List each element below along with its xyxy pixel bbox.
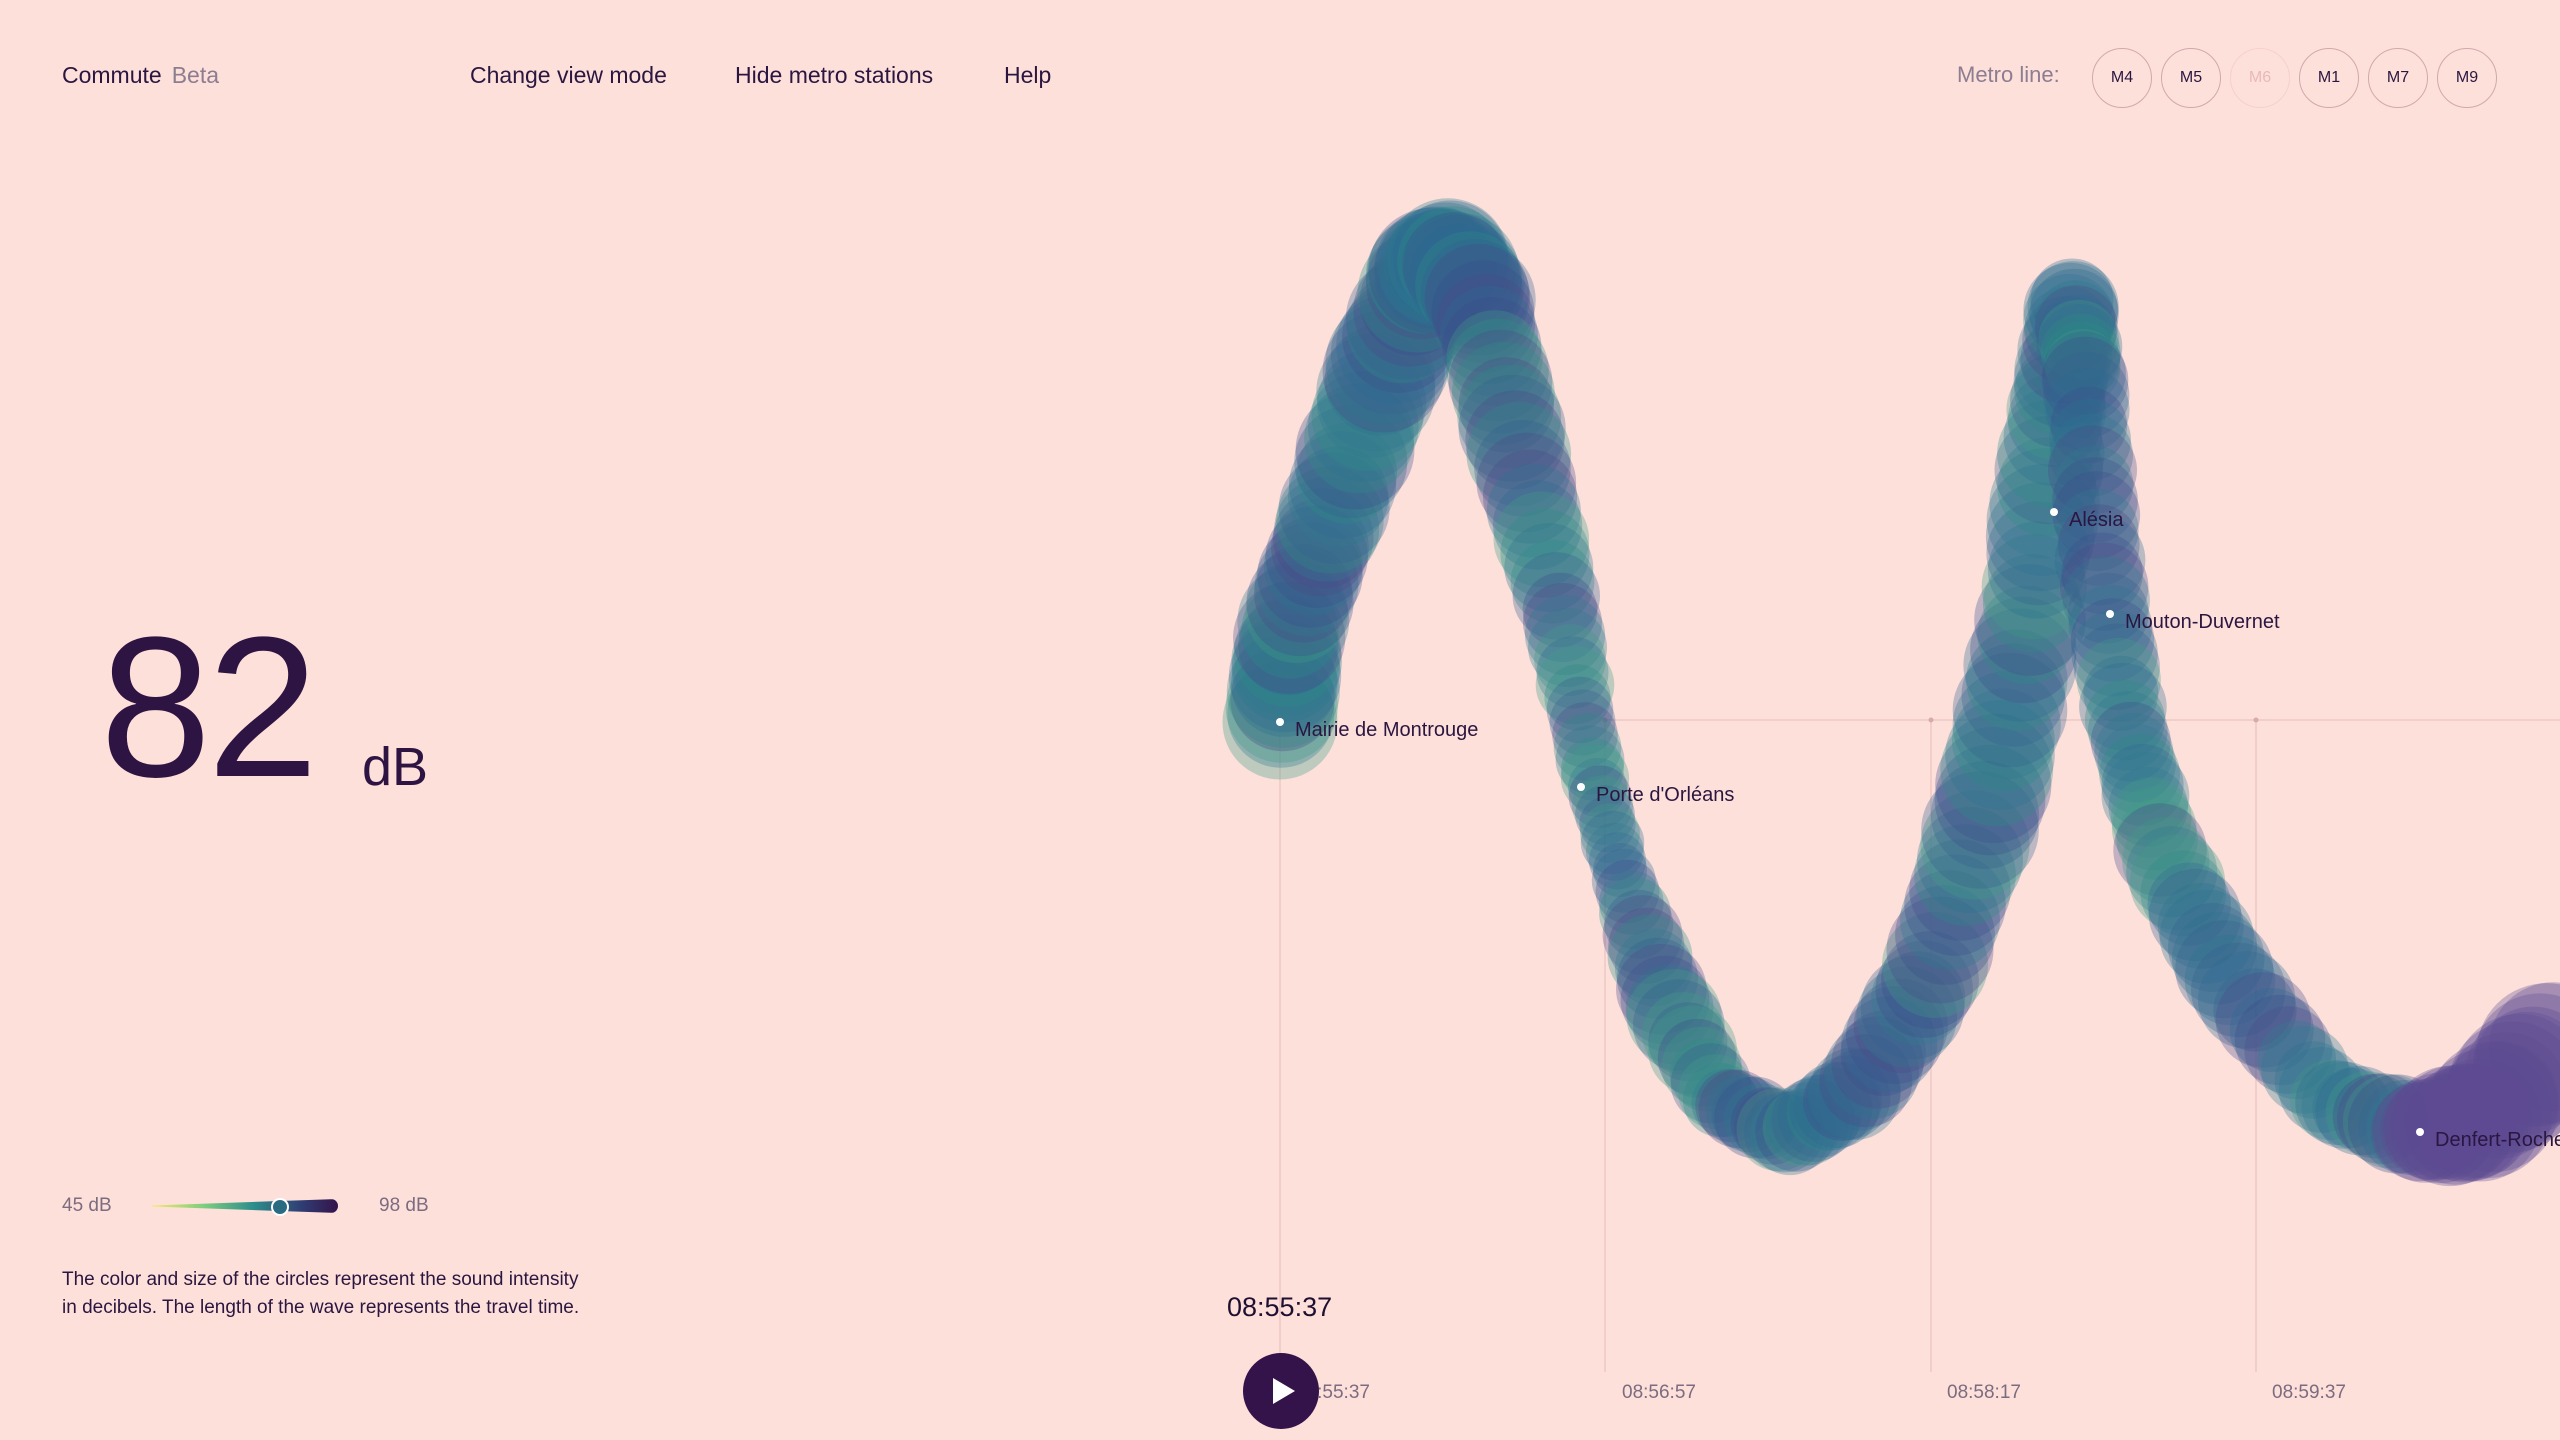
time-tick: 08:56:57	[1622, 1382, 1696, 1403]
grid-node	[1928, 717, 1934, 723]
play-icon	[1273, 1378, 1295, 1404]
station-dot	[1276, 718, 1284, 726]
play-button[interactable]	[1243, 1353, 1319, 1429]
station-label-denfert-rochereau: Denfert-Rochereau	[2435, 1129, 2560, 1151]
station-label-mouton-duvernet: Mouton-Duvernet	[2125, 611, 2280, 633]
sound-wave-chart: Mairie de Montrouge Porte d'Orléans Alés…	[1222, 198, 2560, 1403]
time-axis: 08:55:37 08:56:57 08:58:17 08:59:37	[1296, 1382, 2346, 1403]
station-label-alesia: Alésia	[2069, 509, 2124, 531]
station-label-porte-d-orleans: Porte d'Orléans	[1596, 784, 1734, 806]
current-time: 08:55:37	[1227, 1292, 1333, 1322]
station-dot	[2050, 508, 2058, 516]
time-tick: 08:58:17	[1947, 1382, 2021, 1403]
sound-wave	[1222, 198, 2560, 1187]
station-dot	[2416, 1128, 2424, 1136]
station-dot	[2106, 610, 2114, 618]
station-dot	[1577, 783, 1585, 791]
station-label-mairie-de-montrouge: Mairie de Montrouge	[1295, 719, 1478, 741]
grid-node	[2253, 717, 2259, 723]
commute-visualization: Commute Beta Change view mode Hide metro …	[0, 0, 2560, 1440]
time-tick: 08:59:37	[2272, 1382, 2346, 1403]
